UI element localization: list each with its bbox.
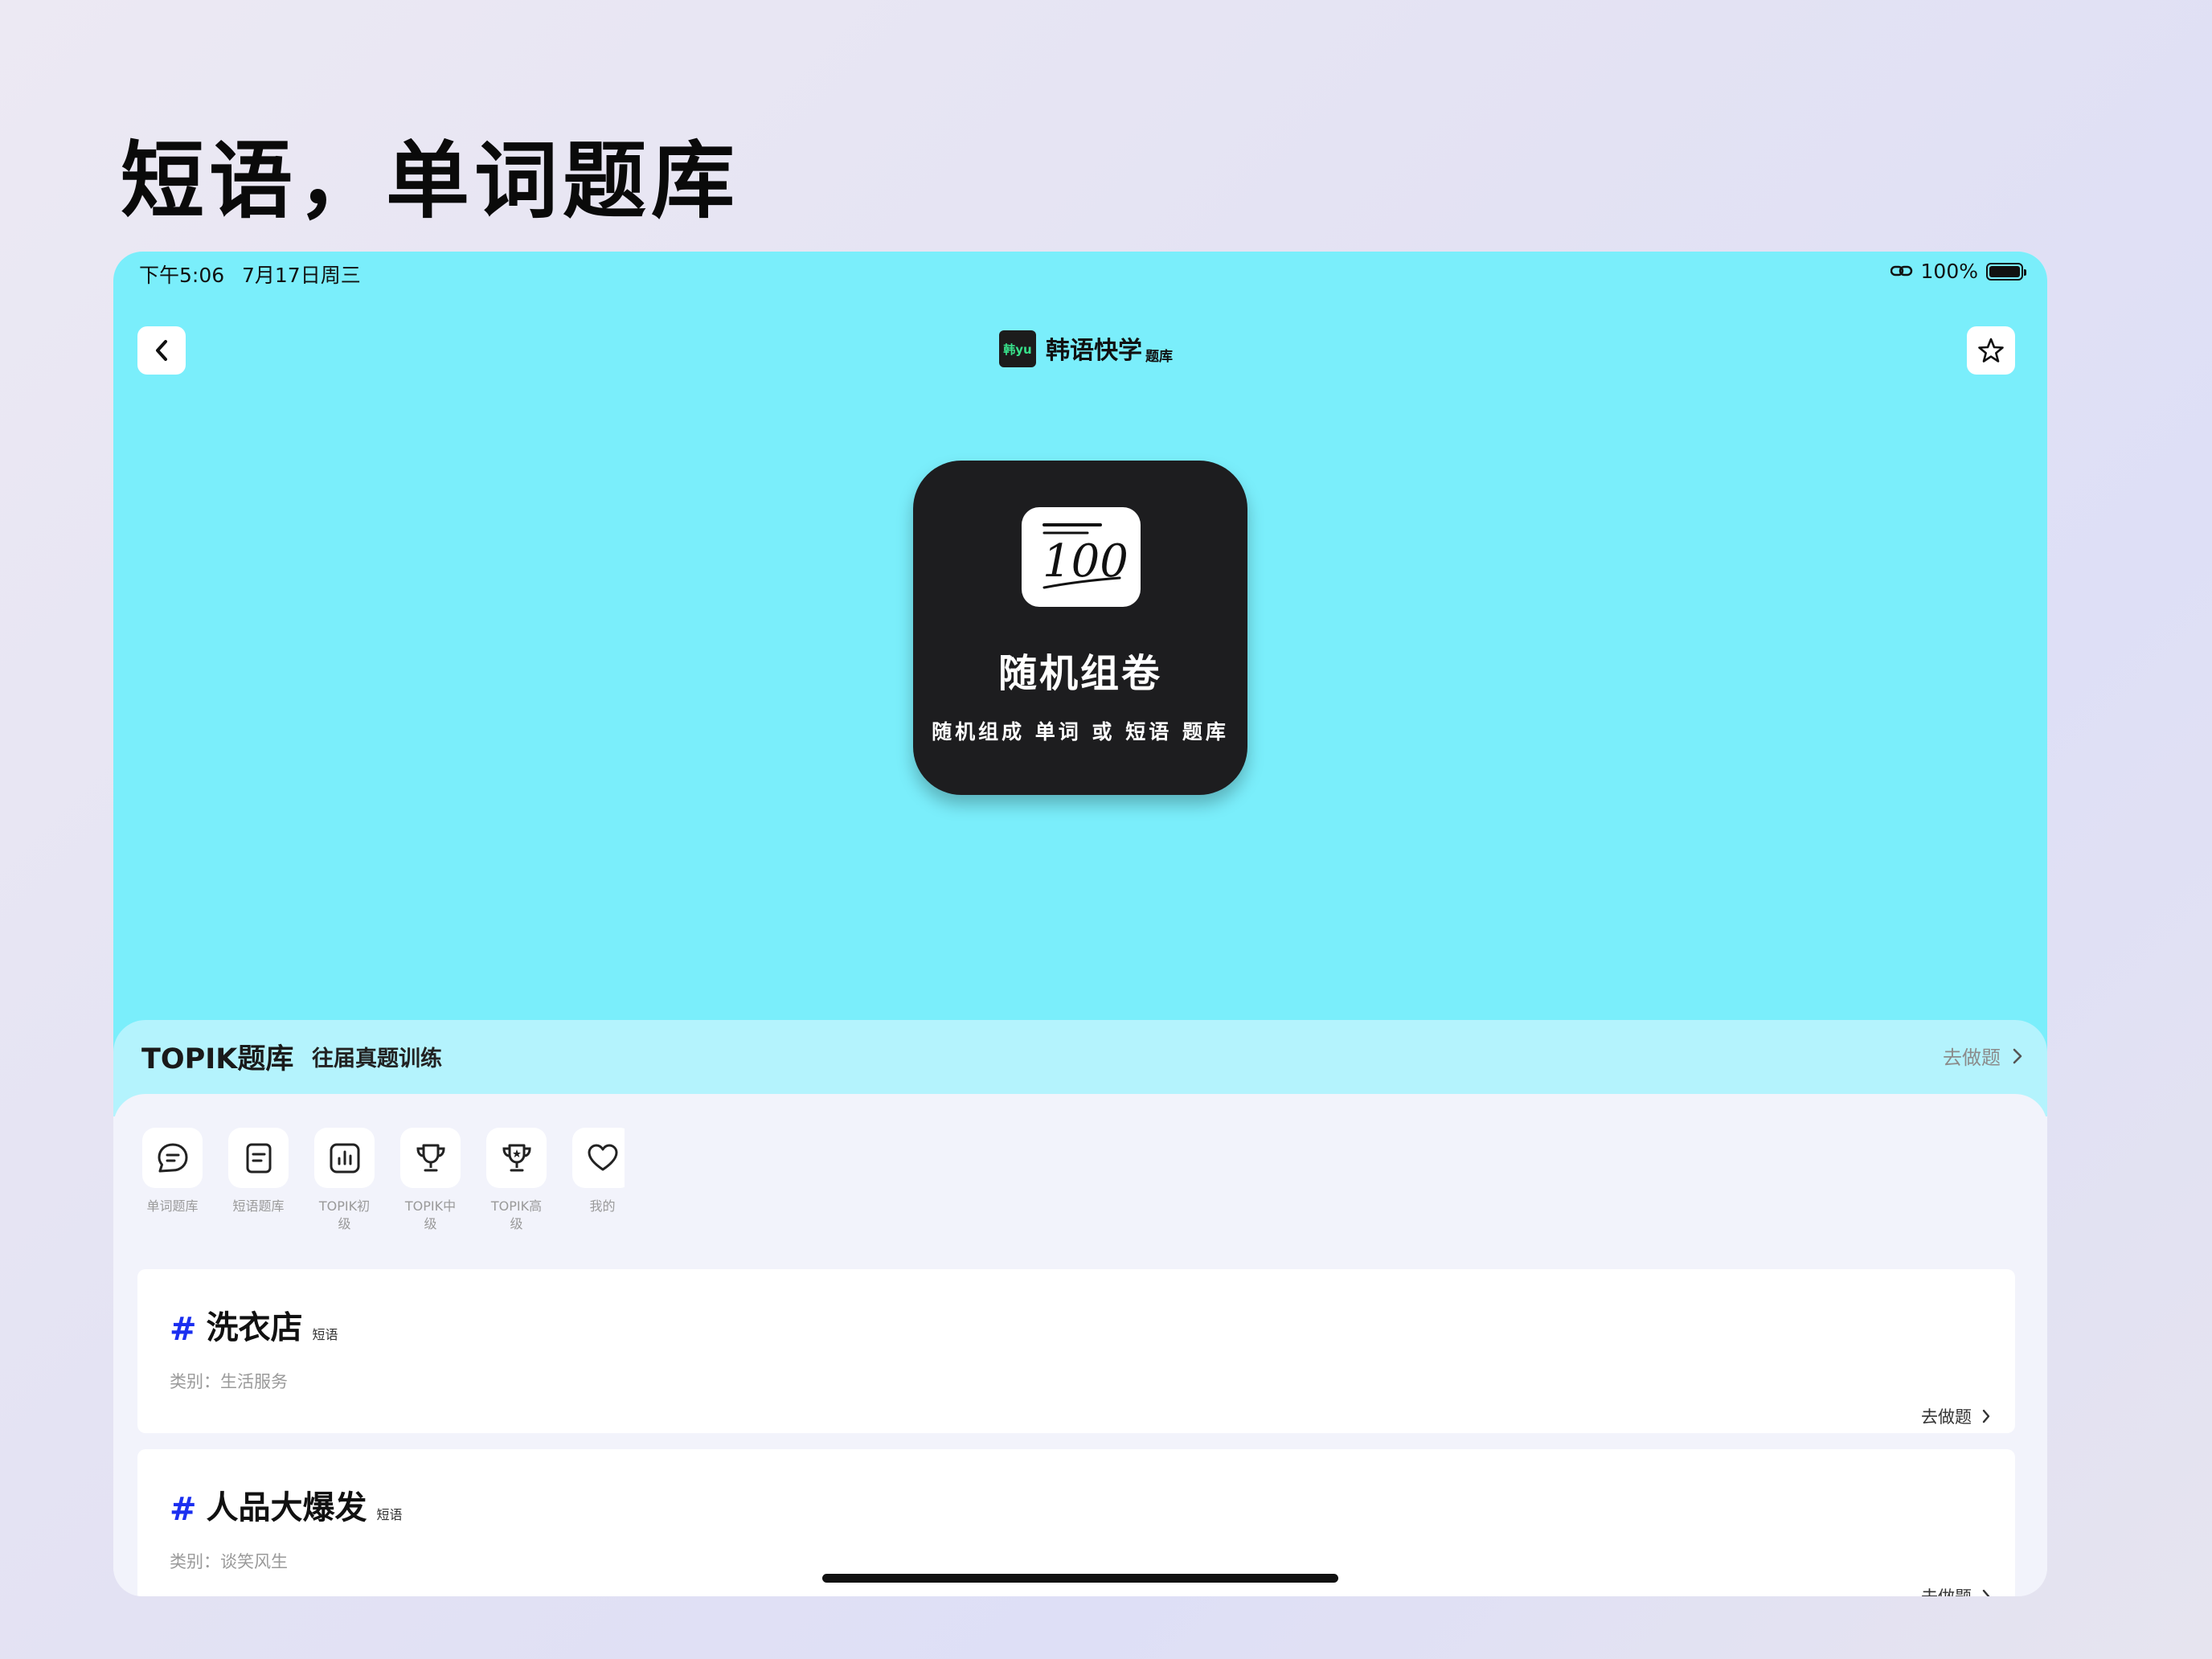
category-label: 短语题库 — [232, 1198, 285, 1214]
bar-chart-icon — [330, 1143, 359, 1173]
category-label: TOPIK初级 — [318, 1198, 371, 1231]
topik-go-button[interactable]: 去做题 — [1943, 1042, 2023, 1070]
brand-logo: 韩yu — [999, 330, 1036, 367]
score-100-icon: 100 — [1022, 507, 1141, 607]
category-label: TOPIK中级 — [404, 1198, 457, 1231]
item-category-label: 类别： — [170, 1372, 220, 1391]
item-go-button[interactable]: 去做题 — [1921, 1584, 1991, 1596]
heart-icon — [588, 1144, 617, 1170]
favorite-button[interactable] — [1967, 326, 2015, 375]
brand: 韩yu 韩语快学 题库 — [999, 330, 1173, 367]
category-topik-beginner[interactable]: TOPIK初级 — [314, 1128, 375, 1248]
random-paper-card[interactable]: 100 随机组卷 随机组成 单词 或 短语 题库 — [913, 461, 1247, 795]
chevron-right-icon — [2013, 1048, 2022, 1063]
page-headline: 短语，单词题库 — [121, 132, 740, 230]
card-title: 随机组卷 — [997, 651, 1162, 696]
svg-text:100: 100 — [1043, 535, 1129, 588]
battery-icon — [1986, 262, 2026, 281]
status-date: 7月17日周三 — [242, 264, 361, 287]
trophy-star-icon — [502, 1144, 531, 1171]
item-title: # 洗衣店 短语 — [170, 1301, 338, 1348]
category-label: 我的 — [589, 1198, 616, 1214]
category-phrase-bank[interactable]: 短语题库 — [228, 1128, 289, 1248]
topik-title: TOPIK题库 — [141, 1043, 294, 1075]
item-category-value: 谈笑风生 — [220, 1552, 288, 1571]
item-name: 洗衣店 — [206, 1309, 303, 1346]
content-area: 单词题库 短语题库 TOPIK初级 TOPIK中级 TOPIK高级 我的 # 洗… — [113, 1094, 2047, 1596]
item-tag: 短语 — [376, 1507, 403, 1522]
card-subtitle: 随机组成 单词 或 短语 题库 — [932, 720, 1229, 743]
item-category: 类别： 谈笑风生 — [170, 1549, 288, 1573]
category-mine[interactable]: 我的 — [572, 1128, 625, 1248]
hash-icon: # — [170, 1311, 197, 1348]
item-go-label: 去做题 — [1921, 1584, 1972, 1596]
category-label: 单词题库 — [146, 1198, 199, 1214]
chevron-left-icon — [156, 340, 167, 361]
item-go-label: 去做题 — [1921, 1407, 1972, 1427]
trophy-icon — [416, 1144, 445, 1171]
chevron-right-icon — [1982, 1589, 1990, 1596]
item-go-button[interactable]: 去做题 — [1921, 1404, 1991, 1428]
back-button[interactable] — [137, 326, 186, 375]
brand-sub: 题库 — [1145, 349, 1173, 365]
item-title: # 人品大爆发 短语 — [170, 1481, 403, 1528]
list-item[interactable]: # 洗衣店 短语 类别： 生活服务 去做题 — [137, 1269, 2015, 1433]
battery-percent: 100% — [1920, 260, 1978, 283]
item-name: 人品大爆发 — [206, 1489, 367, 1526]
status-time: 下午5:06 — [139, 264, 225, 287]
topik-subtitle: 往届真题训练 — [312, 1047, 442, 1071]
category-word-bank[interactable]: 单词题库 — [142, 1128, 203, 1248]
item-tag: 短语 — [312, 1327, 338, 1342]
home-indicator[interactable] — [822, 1574, 1338, 1583]
status-right: 100% — [1890, 260, 2026, 283]
item-category-label: 类别： — [170, 1552, 220, 1571]
hero-area: 下午5:06 7月17日周三 100% 韩yu 韩语快学 题库 100 随机组卷… — [113, 252, 2047, 1055]
category-row: 单词题库 短语题库 TOPIK初级 TOPIK中级 TOPIK高级 我的 — [142, 1128, 625, 1248]
category-topik-intermediate[interactable]: TOPIK中级 — [400, 1128, 461, 1248]
chevron-right-icon — [1982, 1409, 1990, 1423]
brand-name: 韩语快学 — [1046, 337, 1142, 365]
chat-bubble-icon — [158, 1143, 187, 1172]
topik-go-label: 去做题 — [1943, 1047, 2001, 1069]
hash-icon: # — [170, 1491, 197, 1528]
category-label: TOPIK高级 — [490, 1198, 543, 1231]
item-category: 类别： 生活服务 — [170, 1369, 288, 1393]
star-icon — [1978, 338, 2004, 363]
status-bar: 下午5:06 7月17日周三 100% — [113, 252, 2047, 292]
device-screen: 下午5:06 7月17日周三 100% 韩yu 韩语快学 题库 100 随机组卷… — [113, 252, 2047, 1596]
item-category-value: 生活服务 — [220, 1372, 288, 1391]
link-icon — [1890, 260, 1913, 283]
category-topik-advanced[interactable]: TOPIK高级 — [486, 1128, 547, 1248]
note-icon — [246, 1143, 271, 1173]
